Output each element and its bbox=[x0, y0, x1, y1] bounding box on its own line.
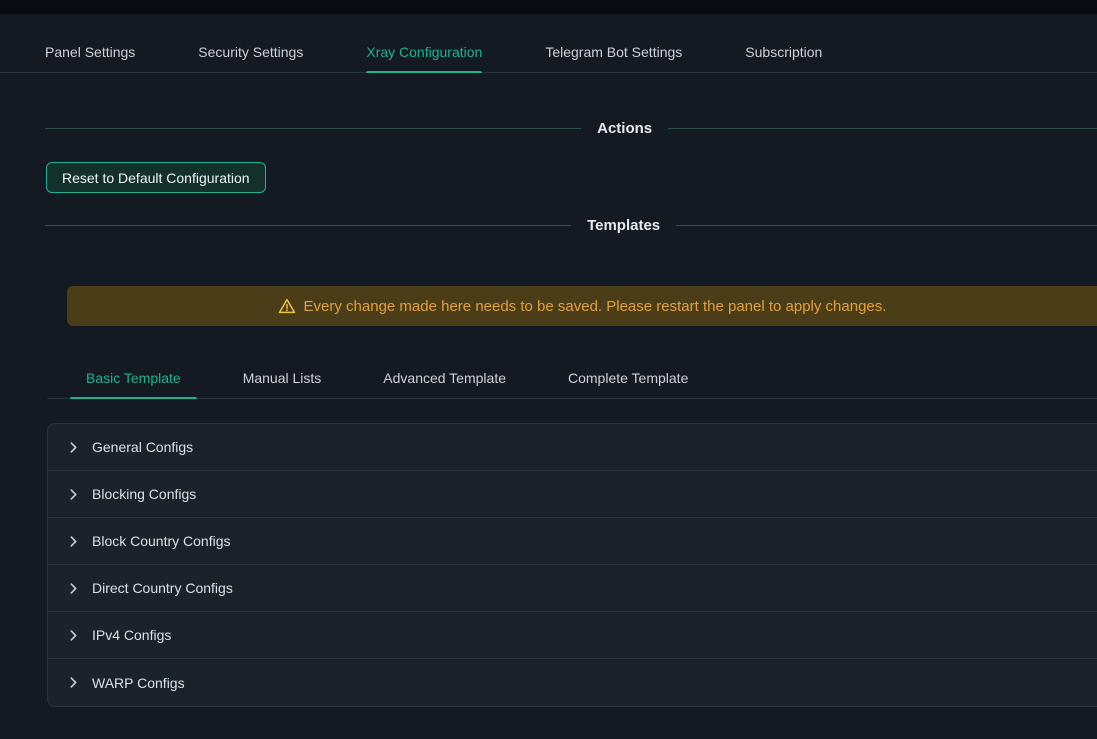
top-bar bbox=[0, 0, 1097, 14]
warning-banner: Every change made here needs to be saved… bbox=[67, 286, 1097, 326]
accordion-item-general-configs[interactable]: General Configs bbox=[48, 424, 1097, 471]
chevron-right-icon bbox=[68, 489, 79, 500]
accordion-item-block-country-configs[interactable]: Block Country Configs bbox=[48, 518, 1097, 565]
template-tabs: Basic Template Manual Lists Advanced Tem… bbox=[47, 359, 1097, 399]
templates-divider-title: Templates bbox=[587, 217, 660, 234]
accordion-item-blocking-configs[interactable]: Blocking Configs bbox=[48, 471, 1097, 518]
tab-subscription[interactable]: Subscription bbox=[745, 33, 822, 72]
accordion-item-label: Blocking Configs bbox=[92, 486, 196, 502]
tab-manual-lists[interactable]: Manual Lists bbox=[227, 359, 338, 398]
tab-telegram-bot-settings[interactable]: Telegram Bot Settings bbox=[545, 33, 682, 72]
tab-security-settings[interactable]: Security Settings bbox=[198, 33, 303, 72]
tab-xray-configuration[interactable]: Xray Configuration bbox=[366, 33, 482, 72]
chevron-right-icon bbox=[68, 536, 79, 547]
warning-text: Every change made here needs to be saved… bbox=[304, 298, 887, 315]
accordion-item-label: Direct Country Configs bbox=[92, 580, 233, 596]
accordion-item-label: Block Country Configs bbox=[92, 533, 231, 549]
tab-advanced-template[interactable]: Advanced Template bbox=[367, 359, 522, 398]
tab-basic-template[interactable]: Basic Template bbox=[70, 359, 197, 398]
chevron-right-icon bbox=[68, 677, 79, 688]
accordion-item-ipv4-configs[interactable]: IPv4 Configs bbox=[48, 612, 1097, 659]
actions-divider-title: Actions bbox=[597, 120, 652, 137]
accordion-item-warp-configs[interactable]: WARP Configs bbox=[48, 659, 1097, 706]
reset-default-config-button[interactable]: Reset to Default Configuration bbox=[46, 162, 266, 193]
chevron-right-icon bbox=[68, 442, 79, 453]
accordion-item-label: IPv4 Configs bbox=[92, 627, 171, 643]
tab-panel-settings[interactable]: Panel Settings bbox=[45, 33, 135, 72]
warning-triangle-icon bbox=[278, 297, 296, 315]
templates-divider: Templates bbox=[45, 214, 1097, 236]
tab-complete-template[interactable]: Complete Template bbox=[552, 359, 704, 398]
accordion-item-label: General Configs bbox=[92, 439, 193, 455]
chevron-right-icon bbox=[68, 630, 79, 641]
accordion-item-label: WARP Configs bbox=[92, 675, 185, 691]
template-accordion: General Configs Blocking Configs Block C… bbox=[47, 423, 1097, 707]
actions-divider: Actions bbox=[45, 117, 1097, 139]
main-tabs: Panel Settings Security Settings Xray Co… bbox=[0, 33, 1097, 73]
accordion-item-direct-country-configs[interactable]: Direct Country Configs bbox=[48, 565, 1097, 612]
chevron-right-icon bbox=[68, 583, 79, 594]
